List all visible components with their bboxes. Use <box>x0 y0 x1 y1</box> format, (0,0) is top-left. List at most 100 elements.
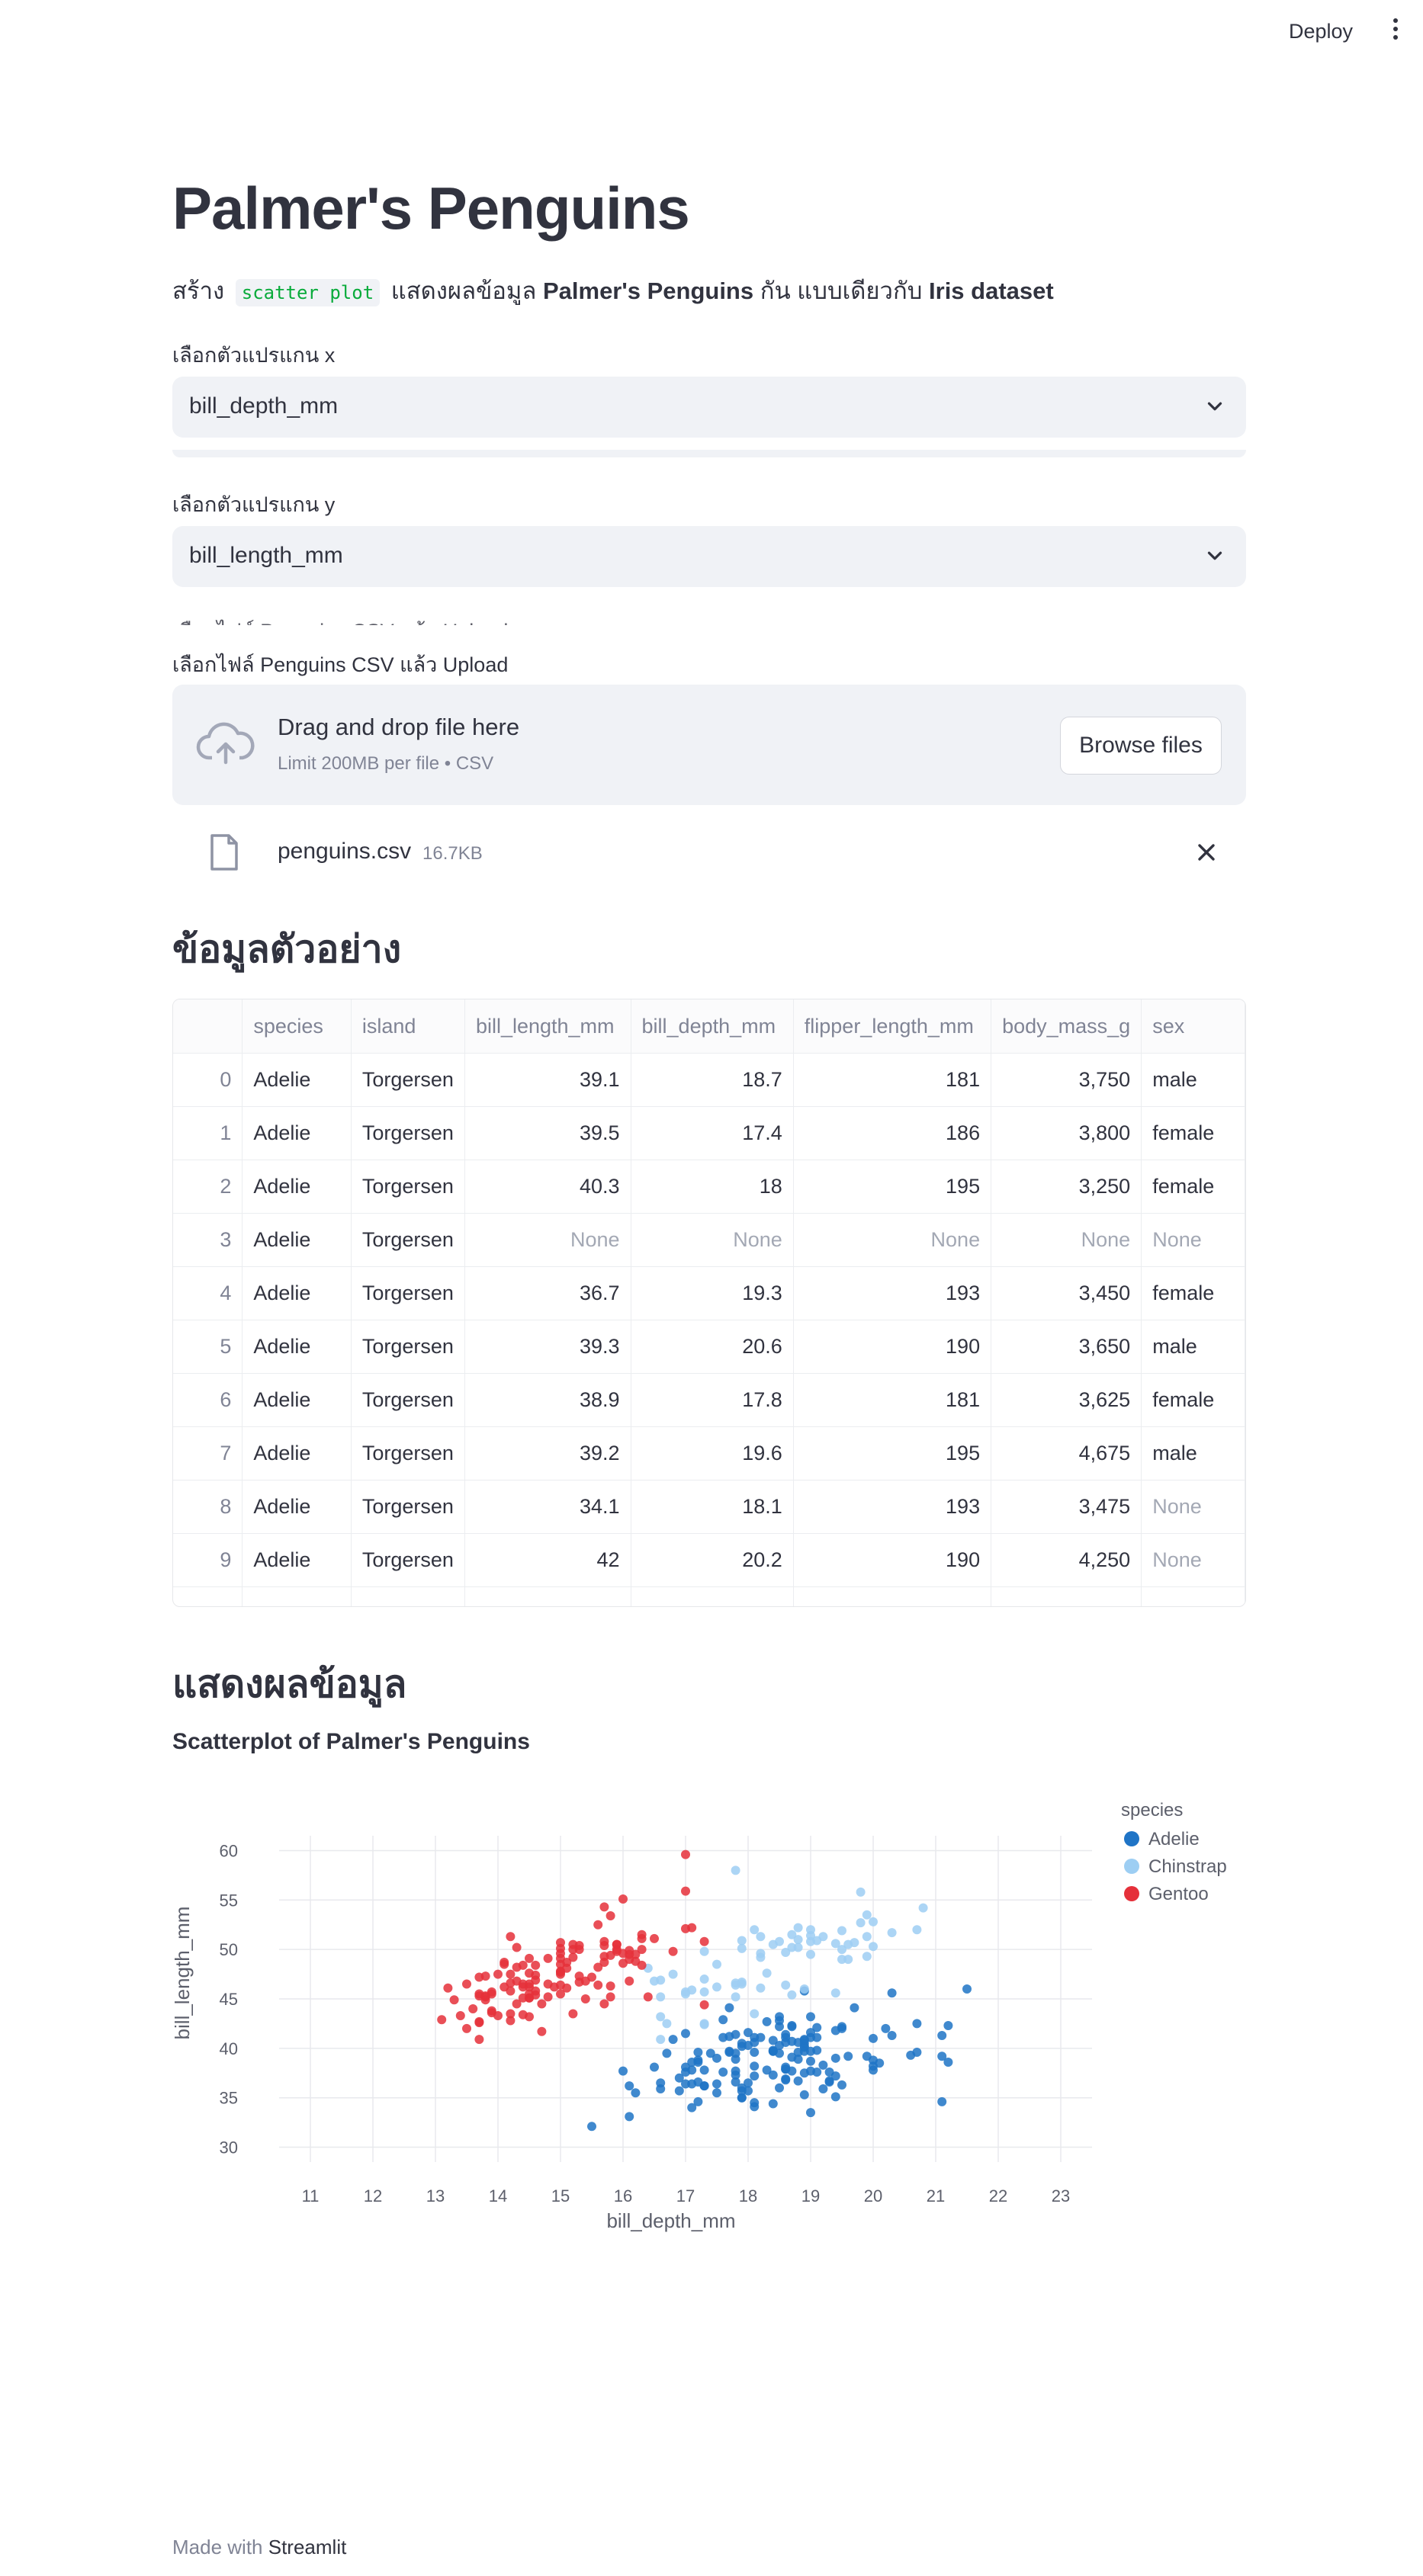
data-point-gentoo[interactable] <box>506 1932 516 1942</box>
table-row[interactable]: 6 Adelie Torgersen 38.9 17.8 181 3,625 female <box>173 1373 1245 1427</box>
data-point-chinstrap[interactable] <box>799 1984 809 1994</box>
column-header-sex[interactable]: sex <box>1141 999 1245 1054</box>
data-point-chinstrap[interactable] <box>862 1910 872 1920</box>
data-point-gentoo[interactable] <box>531 1960 541 1970</box>
data-point-chinstrap[interactable] <box>806 1936 815 1946</box>
data-point-gentoo[interactable] <box>605 1992 615 2002</box>
file-dropzone[interactable]: Drag and drop file here Limit 200MB per … <box>172 685 1246 805</box>
table-row[interactable]: 5 Adelie Torgersen 39.3 20.6 190 3,650 male <box>173 1320 1245 1374</box>
chart-legend[interactable]: species Adelie Chinstrap Gentoo <box>1121 1800 1227 1904</box>
data-point-gentoo[interactable] <box>499 1982 509 1992</box>
data-point-chinstrap[interactable] <box>781 1980 791 1990</box>
data-point-chinstrap[interactable] <box>830 1939 840 1949</box>
data-point-adelie[interactable] <box>768 2046 778 2056</box>
column-header-bill-depth[interactable]: bill_depth_mm <box>631 999 794 1054</box>
data-point-adelie[interactable] <box>674 2086 684 2096</box>
legend-swatch-chinstrap[interactable] <box>1124 1859 1139 1874</box>
data-point-chinstrap[interactable] <box>787 1942 797 1952</box>
data-point-gentoo[interactable] <box>618 1894 628 1904</box>
data-point-adelie[interactable] <box>837 2080 846 2090</box>
data-point-gentoo[interactable] <box>650 1933 659 1943</box>
data-point-gentoo[interactable] <box>593 1980 603 1990</box>
data-point-gentoo[interactable] <box>506 2009 516 2019</box>
data-point-chinstrap[interactable] <box>775 1936 784 1946</box>
data-point-gentoo[interactable] <box>556 1980 565 1990</box>
data-point-adelie[interactable] <box>662 2048 672 2058</box>
data-point-adelie[interactable] <box>656 2084 666 2094</box>
data-point-chinstrap[interactable] <box>656 2035 666 2045</box>
data-point-gentoo[interactable] <box>437 2015 447 2025</box>
data-point-adelie[interactable] <box>799 2090 809 2100</box>
data-point-adelie[interactable] <box>887 1988 897 1998</box>
table-row[interactable]: 9 Adelie Torgersen 42 20.2 190 4,250 None <box>173 1533 1245 1587</box>
data-point-adelie[interactable] <box>937 2096 947 2106</box>
data-point-adelie[interactable] <box>943 2021 953 2031</box>
data-point-adelie[interactable] <box>887 2030 897 2040</box>
data-point-chinstrap[interactable] <box>699 1987 709 1997</box>
data-point-gentoo[interactable] <box>587 1972 596 1982</box>
data-point-chinstrap[interactable] <box>887 1928 897 1938</box>
column-header-flipper-length[interactable]: flipper_length_mm <box>793 999 992 1054</box>
data-point-adelie[interactable] <box>650 2062 659 2072</box>
data-point-adelie[interactable] <box>818 2060 828 2070</box>
streamlit-link[interactable]: Streamlit <box>268 2536 347 2558</box>
legend-label-chinstrap[interactable]: Chinstrap <box>1148 1856 1227 1877</box>
data-point-chinstrap[interactable] <box>843 1955 853 1965</box>
data-point-adelie[interactable] <box>806 2012 815 2022</box>
data-point-adelie[interactable] <box>768 2070 778 2080</box>
data-point-adelie[interactable] <box>718 2015 728 2025</box>
data-point-adelie[interactable] <box>912 2019 922 2029</box>
data-point-adelie[interactable] <box>718 2067 728 2077</box>
data-point-gentoo[interactable] <box>556 1989 565 1999</box>
data-point-chinstrap[interactable] <box>837 1926 846 1936</box>
data-point-adelie[interactable] <box>668 2035 678 2045</box>
data-point-gentoo[interactable] <box>593 1920 603 1930</box>
data-point-chinstrap[interactable] <box>656 2012 666 2022</box>
data-point-chinstrap[interactable] <box>756 1932 766 1942</box>
data-point-gentoo[interactable] <box>543 1979 553 1989</box>
data-point-adelie[interactable] <box>762 2016 772 2026</box>
data-point-gentoo[interactable] <box>687 1923 697 1933</box>
data-point-adelie[interactable] <box>781 2064 791 2074</box>
data-point-gentoo[interactable] <box>580 1994 590 2003</box>
data-point-adelie[interactable] <box>750 2098 760 2108</box>
data-point-gentoo[interactable] <box>512 1976 522 1986</box>
data-point-gentoo[interactable] <box>537 1999 547 2009</box>
data-point-adelie[interactable] <box>881 2023 891 2033</box>
data-point-gentoo[interactable] <box>574 1971 584 1981</box>
data-point-gentoo[interactable] <box>474 2016 484 2026</box>
data-point-gentoo[interactable] <box>499 1959 509 1969</box>
data-point-adelie[interactable] <box>787 2036 797 2046</box>
data-point-chinstrap[interactable] <box>912 1925 922 1935</box>
data-point-chinstrap[interactable] <box>731 1992 740 2002</box>
browse-files-button[interactable]: Browse files <box>1060 717 1222 775</box>
data-point-chinstrap[interactable] <box>918 1903 928 1913</box>
data-point-chinstrap[interactable] <box>668 1969 678 1979</box>
data-point-gentoo[interactable] <box>625 1946 634 1955</box>
data-point-adelie[interactable] <box>724 2046 734 2056</box>
data-point-chinstrap[interactable] <box>750 1925 760 1935</box>
data-point-chinstrap[interactable] <box>830 1988 840 1998</box>
data-point-chinstrap[interactable] <box>869 1942 878 1952</box>
data-point-gentoo[interactable] <box>625 1976 634 1986</box>
data-point-adelie[interactable] <box>681 2029 690 2039</box>
data-point-adelie[interactable] <box>806 2028 815 2038</box>
data-point-adelie[interactable] <box>587 2122 596 2132</box>
data-point-chinstrap[interactable] <box>699 1946 709 1956</box>
legend-swatch-gentoo[interactable] <box>1124 1886 1139 1901</box>
data-point-chinstrap[interactable] <box>712 1959 721 1969</box>
data-point-adelie[interactable] <box>912 2048 922 2058</box>
data-point-adelie[interactable] <box>781 2075 791 2085</box>
data-point-gentoo[interactable] <box>637 1930 647 1939</box>
data-point-adelie[interactable] <box>750 2071 760 2081</box>
data-point-gentoo[interactable] <box>618 1958 628 1968</box>
data-point-adelie[interactable] <box>843 2051 853 2061</box>
data-point-adelie[interactable] <box>830 2092 840 2102</box>
data-point-gentoo[interactable] <box>568 1939 578 1949</box>
data-point-chinstrap[interactable] <box>731 1865 740 1875</box>
data-point-gentoo[interactable] <box>531 1975 541 1985</box>
data-point-adelie[interactable] <box>830 2053 840 2063</box>
data-point-adelie[interactable] <box>775 2012 784 2022</box>
data-point-gentoo[interactable] <box>605 1981 615 1991</box>
data-point-gentoo[interactable] <box>537 2026 547 2036</box>
